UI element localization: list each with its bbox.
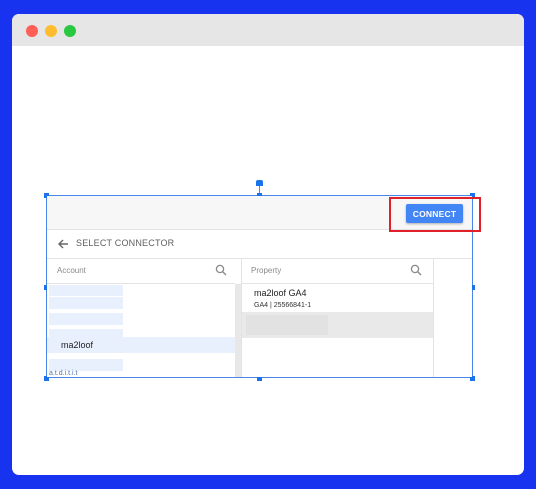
column-divider bbox=[433, 259, 434, 377]
dialog-header: SELECT CONNECTOR bbox=[47, 230, 472, 259]
account-item-label: ma2loof bbox=[61, 340, 94, 350]
close-window-button[interactable] bbox=[26, 25, 38, 37]
account-item-cut-off: a.t.d.i.t.i.t bbox=[49, 370, 78, 377]
account-item-selected[interactable]: ma2loof bbox=[47, 337, 235, 353]
zoom-window-button[interactable] bbox=[64, 25, 76, 37]
connect-highlight-box bbox=[389, 197, 481, 232]
property-column-label: Property bbox=[251, 266, 282, 275]
property-column-header: Property bbox=[242, 259, 434, 284]
arrow-left-icon[interactable] bbox=[57, 237, 69, 255]
dialog-title: SELECT CONNECTOR bbox=[76, 238, 175, 248]
account-column-header: Account bbox=[47, 259, 235, 284]
window-titlebar bbox=[12, 14, 524, 46]
list-item[interactable] bbox=[49, 297, 123, 309]
account-column: Account ma2loof a.t.d.i.t.i.t bbox=[47, 259, 235, 377]
search-icon[interactable] bbox=[410, 263, 422, 281]
property-item-subtitle: GA4 | 25566841-1 bbox=[254, 302, 312, 309]
list-item[interactable] bbox=[49, 313, 123, 325]
property-column: Property ma2loof GA4 GA4 | 25566841-1 bbox=[241, 259, 434, 377]
property-item-title[interactable]: ma2loof GA4 bbox=[254, 288, 307, 298]
account-column-label: Account bbox=[57, 266, 86, 275]
list-item[interactable] bbox=[49, 329, 123, 337]
rotation-handle[interactable] bbox=[256, 180, 263, 186]
search-icon[interactable] bbox=[215, 263, 227, 281]
minimize-window-button[interactable] bbox=[45, 25, 57, 37]
property-list-item[interactable] bbox=[242, 312, 434, 338]
property-item-placeholder bbox=[246, 315, 328, 335]
